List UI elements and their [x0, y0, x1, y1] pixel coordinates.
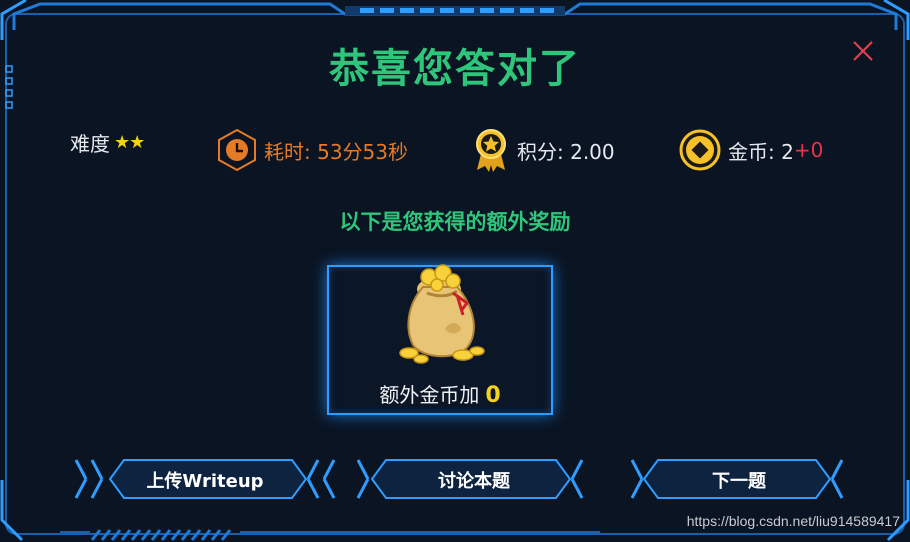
medal-icon — [476, 129, 506, 172]
coin-icon — [679, 129, 721, 171]
reward-label: 额外金币加 — [379, 383, 480, 407]
next-question-button[interactable]: 下一题 — [628, 458, 846, 500]
clock-icon — [218, 128, 256, 172]
watermark-text: https://blog.csdn.net/liu914589417 — [686, 513, 900, 529]
dialog-title: 恭喜您答对了 — [329, 46, 581, 92]
reward-subtitle: 以下是您获得的额外奖励 — [339, 210, 571, 234]
time-label: 耗时: 53分53秒 — [264, 139, 408, 164]
time-stat: 耗时: 53分53秒 — [216, 128, 408, 172]
difficulty-stat: 难度 ★★ — [70, 128, 145, 156]
reward-value: 0 — [485, 383, 501, 408]
score-stat: 积分: 2.00 — [471, 128, 615, 172]
difficulty-label: 难度 — [70, 131, 110, 156]
discuss-button[interactable]: 讨论本题 — [354, 458, 586, 500]
close-icon[interactable] — [848, 36, 878, 66]
reward-card: 额外金币加 0 — [327, 264, 553, 415]
coin-label: 金币: 2 — [728, 139, 794, 164]
score-label: 积分: 2.00 — [517, 139, 615, 164]
upload-writeup-label: 上传Writeup — [146, 471, 264, 492]
money-bag-icon — [399, 264, 485, 364]
reward-text: 额外金币加 0 — [329, 379, 551, 408]
upload-writeup-button[interactable]: 上传Writeup — [72, 458, 338, 500]
coin-stat: 金币: 2 +0 — [678, 128, 823, 172]
next-question-label: 下一题 — [712, 471, 766, 492]
discuss-label: 讨论本题 — [438, 471, 510, 492]
coin-bonus: +0 — [793, 138, 824, 162]
difficulty-stars-icon: ★★ — [114, 131, 145, 153]
